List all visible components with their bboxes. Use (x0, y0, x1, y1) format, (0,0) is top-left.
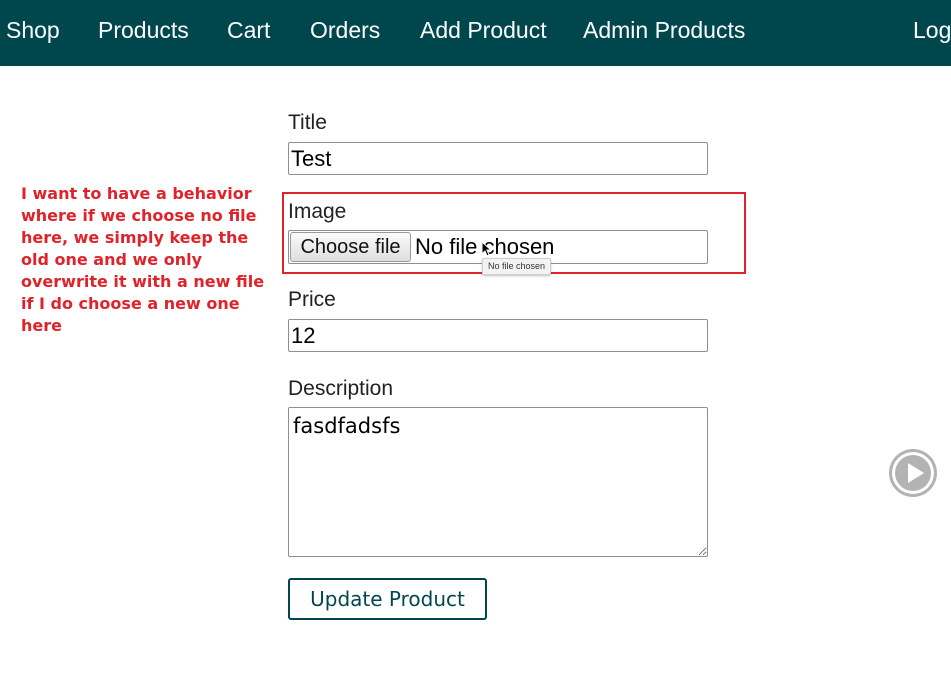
choose-file-button[interactable]: Choose file (290, 232, 411, 262)
nav-cart[interactable]: Cart (227, 17, 270, 44)
nav-admin-products[interactable]: Admin Products (583, 17, 745, 44)
nav-logout[interactable]: Logout (913, 17, 951, 44)
annotation-note: I want to have a behavior where if we ch… (21, 184, 265, 335)
play-icon (892, 452, 934, 494)
price-input[interactable] (288, 319, 708, 352)
image-label: Image (288, 200, 347, 223)
top-navigation: Shop Products Cart Orders Add Product Ad… (0, 0, 951, 66)
description-label: Description (288, 377, 394, 400)
title-input[interactable] (288, 142, 708, 175)
title-label: Title (288, 111, 327, 134)
file-input-tooltip: No file chosen (482, 258, 552, 275)
mouse-pointer-icon (481, 241, 491, 257)
nav-orders[interactable]: Orders (310, 17, 380, 44)
nav-add-product[interactable]: Add Product (420, 17, 547, 44)
nav-products[interactable]: Products (98, 17, 189, 44)
play-video-button[interactable] (889, 449, 937, 497)
update-product-button[interactable]: Update Product (288, 578, 487, 620)
nav-shop[interactable]: Shop (6, 17, 60, 44)
price-label: Price (288, 288, 336, 311)
description-textarea[interactable]: fasdfadsfs (288, 407, 708, 557)
